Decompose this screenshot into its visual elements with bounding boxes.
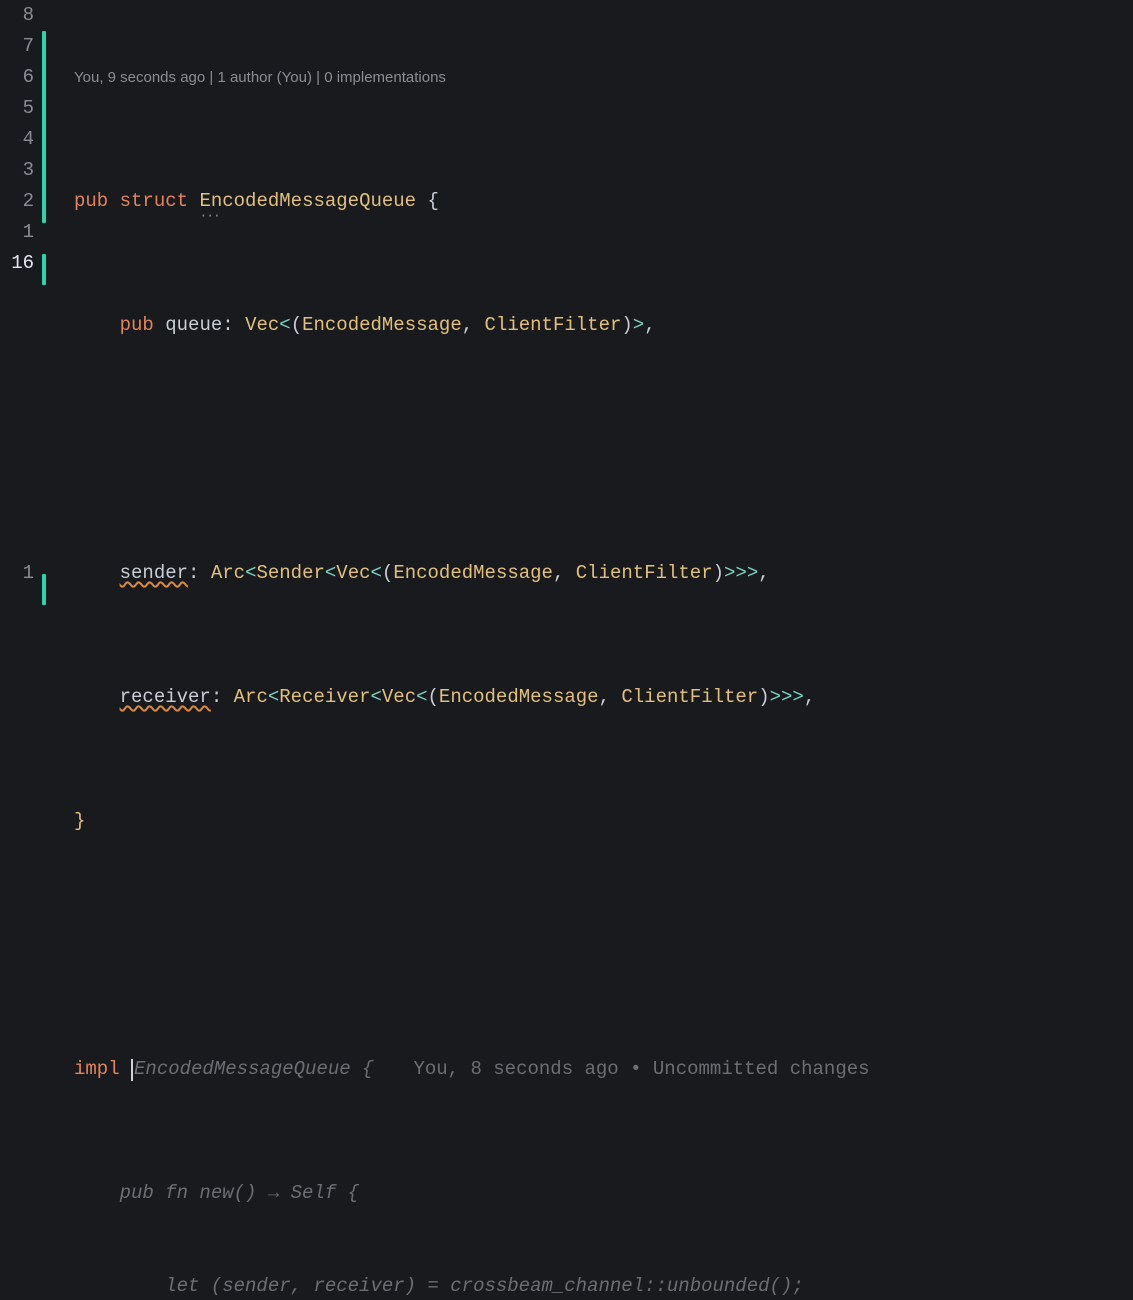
inline-blame[interactable]: You, 8 seconds ago • Uncommitted changes <box>413 1054 869 1085</box>
code-line[interactable]: sender: Arc<Sender<Vec<(EncodedMessage, … <box>74 558 1133 589</box>
type-name: ClientFilter <box>485 310 622 341</box>
line-number: 7 <box>0 31 34 62</box>
type-name: Vec <box>382 682 416 713</box>
line-number <box>0 434 34 465</box>
ghost-suggestion[interactable]: pub fn new() → Self { <box>74 1178 359 1209</box>
code-lens[interactable]: You, 9 seconds ago | 1 author (You) | 0 … <box>74 62 1133 93</box>
ghost-suggestion[interactable]: EncodedMessageQueue { <box>134 1054 373 1085</box>
field-name: queue <box>165 310 222 341</box>
line-number: 4 <box>0 124 34 155</box>
field-name-warning: sender <box>120 558 188 589</box>
code-line[interactable] <box>74 434 1133 465</box>
line-number: 5 <box>0 93 34 124</box>
line-number <box>0 372 34 403</box>
keyword-struct: struct <box>120 186 188 217</box>
line-number: 1 <box>0 558 34 589</box>
line-number <box>0 527 34 558</box>
type-name: EncodedMessage <box>393 558 553 589</box>
type-name: ClientFilter <box>576 558 713 589</box>
line-number: 3 <box>0 155 34 186</box>
code-line[interactable]: receiver: Arc<Receiver<Vec<(EncodedMessa… <box>74 682 1133 713</box>
line-number-current: 16 <box>0 248 34 279</box>
line-number <box>0 403 34 434</box>
line-number: 1 <box>0 217 34 248</box>
line-number-gutter: 8 7 6 5 4 3 2 1 16 1 <box>0 0 40 650</box>
type-name: EncodedMessageQueue <box>199 186 416 217</box>
code-line[interactable]: let (sender, receiver) = crossbeam_chann… <box>74 1271 1133 1300</box>
text-cursor <box>131 1059 133 1081</box>
line-number: 6 <box>0 62 34 93</box>
code-line[interactable]: pub struct EncodedMessageQueue { <box>74 186 1133 217</box>
field-name-warning: receiver <box>120 682 211 713</box>
code-line[interactable]: } <box>74 806 1133 837</box>
type-name: ClientFilter <box>621 682 758 713</box>
type-name: Sender <box>256 558 324 589</box>
type-name: Arc <box>211 558 245 589</box>
code-line[interactable] <box>74 930 1133 961</box>
keyword-pub: pub <box>120 310 154 341</box>
type-name: EncodedMessage <box>439 682 599 713</box>
code-line-current[interactable]: impl EncodedMessageQueue { You, 8 seconds… <box>74 1054 1133 1085</box>
line-number <box>0 496 34 527</box>
code-line[interactable]: pub queue: Vec<(EncodedMessage, ClientFi… <box>74 310 1133 341</box>
keyword-impl: impl <box>74 1054 120 1085</box>
line-number <box>0 341 34 372</box>
line-number <box>0 465 34 496</box>
keyword-pub: pub <box>74 186 108 217</box>
type-name: Receiver <box>279 682 370 713</box>
line-number: 8 <box>0 0 34 31</box>
code-area[interactable]: You, 9 seconds ago | 1 author (You) | 0 … <box>46 0 1133 650</box>
line-number: 2 <box>0 186 34 217</box>
type-name: Vec <box>245 310 279 341</box>
type-name: Vec <box>336 558 370 589</box>
code-line[interactable]: pub fn new() → Self { <box>74 1178 1133 1209</box>
ghost-suggestion[interactable]: let (sender, receiver) = crossbeam_chann… <box>74 1271 804 1300</box>
code-editor[interactable]: 8 7 6 5 4 3 2 1 16 1 You, 9 seconds ago … <box>0 0 1133 650</box>
type-name: EncodedMessage <box>302 310 462 341</box>
line-number <box>0 310 34 341</box>
line-number <box>0 279 34 310</box>
type-name: Arc <box>234 682 268 713</box>
